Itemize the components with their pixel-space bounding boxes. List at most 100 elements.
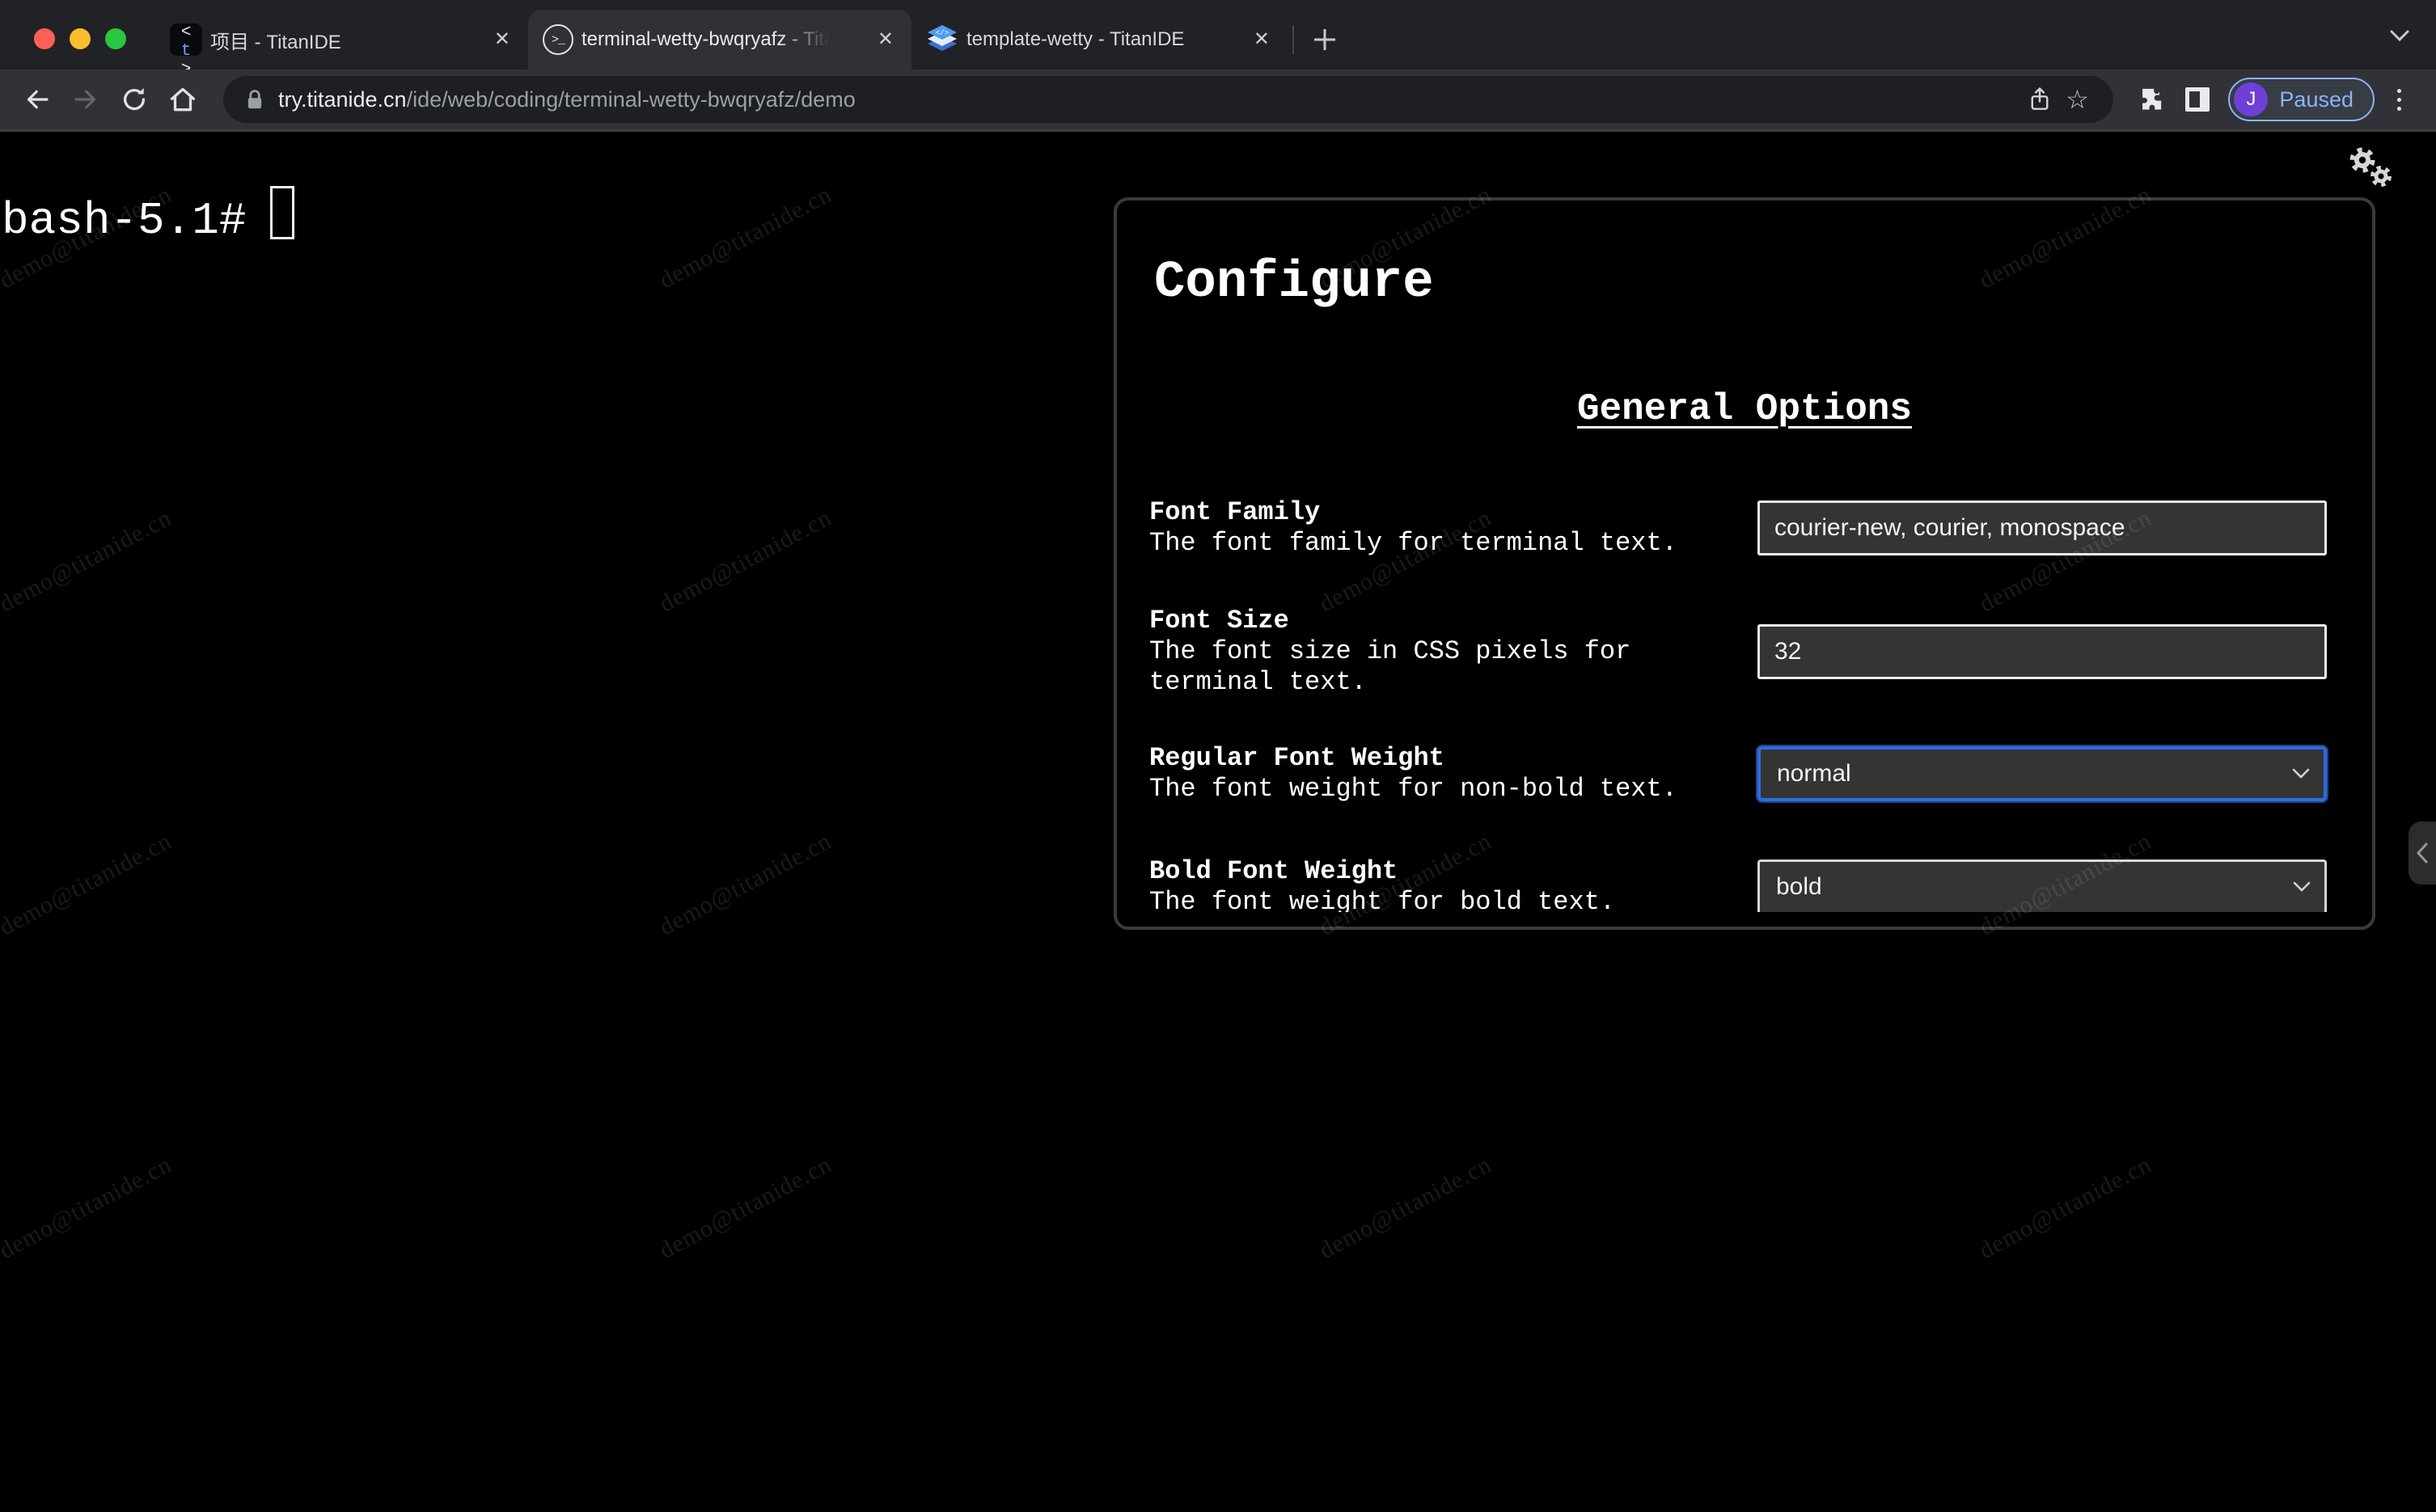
svg-text:</>: </> xyxy=(936,29,949,37)
field-control xyxy=(1757,624,2327,679)
dialog-title: Configure xyxy=(1154,254,1434,312)
watermark-text: demo@titanide.cn xyxy=(0,504,176,618)
panel-collapse-handle[interactable] xyxy=(2409,821,2436,885)
tab-strip: <t> 项目 - TitanIDE ✕ >_ terminal-wetty-bw… xyxy=(0,0,2436,79)
side-panel-button[interactable] xyxy=(2178,80,2217,119)
avatar: J xyxy=(2234,82,2269,116)
tab-template-wetty[interactable]: </> template-wetty - TitanIDE ✕ xyxy=(911,10,1288,70)
arrow-right-icon xyxy=(74,90,96,109)
tab-project-titanide[interactable]: <t> 项目 - TitanIDE ✕ xyxy=(155,10,528,79)
browser-toolbar: try.titanide.cn/ide/web/coding/terminal-… xyxy=(0,70,2436,132)
field-control xyxy=(1757,500,2327,555)
window-controls xyxy=(34,28,126,49)
address-bar[interactable]: try.titanide.cn/ide/web/coding/terminal-… xyxy=(223,76,2114,123)
new-tab-button[interactable] xyxy=(1304,19,1346,61)
terminal-cursor xyxy=(270,186,295,239)
star-icon: ☆ xyxy=(2066,84,2089,115)
close-tab-icon[interactable]: ✕ xyxy=(874,30,897,49)
share-button[interactable] xyxy=(2021,81,2058,118)
arrow-left-icon xyxy=(27,90,49,109)
chevron-down-icon xyxy=(2292,768,2310,779)
kebab-dot xyxy=(2396,97,2401,102)
watermark-text: demo@titanide.cn xyxy=(654,1151,836,1265)
field-label: Regular Font Weight xyxy=(1149,743,1444,773)
dialog-fields: Font Family The font family for terminal … xyxy=(1149,492,2327,912)
tab-title: template-wetty - TitanIDE xyxy=(966,28,1185,50)
field-label-block: Font Family The font family for terminal … xyxy=(1149,497,1732,559)
home-icon xyxy=(170,87,196,112)
field-row-font-size: Font Size The font size in CSS pixels for… xyxy=(1149,606,2327,698)
zoom-window-button[interactable] xyxy=(105,28,126,49)
chevron-down-icon xyxy=(2390,30,2409,42)
terminal-page: bash-5.1# Configure General Options Font… xyxy=(0,134,2436,1512)
back-button[interactable] xyxy=(16,78,58,120)
field-label: Font Family xyxy=(1149,497,1321,527)
kebab-dot xyxy=(2396,88,2401,93)
field-description: The font family for terminal text. xyxy=(1149,528,1677,558)
profile-status-badge: Paused xyxy=(2279,87,2354,112)
terminal-circle-icon: >_ xyxy=(543,24,573,55)
field-input-font-size[interactable] xyxy=(1757,624,2327,679)
url-path: /ide/web/coding/terminal-wetty-bwqryafz/… xyxy=(406,87,856,112)
extensions-button[interactable] xyxy=(2133,80,2172,119)
field-control: bold xyxy=(1757,859,2327,912)
settings-button[interactable] xyxy=(2344,144,2400,194)
titanide-t-icon: <t> xyxy=(170,23,202,79)
terminal-prompt-line: bash-5.1# xyxy=(2,179,295,252)
select-value: bold xyxy=(1776,873,1822,900)
tab-divider xyxy=(1292,25,1294,54)
watermark-text: demo@titanide.cn xyxy=(654,504,836,618)
field-label-block: Bold Font Weight The font weight for bold… xyxy=(1149,856,1732,912)
kebab-dot xyxy=(2396,106,2401,111)
profile-chip[interactable]: J Paused xyxy=(2228,78,2375,121)
home-button[interactable] xyxy=(162,78,204,120)
select-value: normal xyxy=(1777,760,1851,787)
configure-dialog: Configure General Options Font Family The… xyxy=(1114,197,2375,930)
field-label-block: Regular Font Weight The font weight for n… xyxy=(1149,743,1732,805)
reload-icon xyxy=(123,87,146,111)
watermark-text: demo@titanide.cn xyxy=(654,827,836,941)
dialog-content: Configure General Options Font Family The… xyxy=(1117,201,2372,912)
browser-menu-button[interactable] xyxy=(2383,80,2415,119)
tab-search-button[interactable] xyxy=(2386,23,2413,50)
tab-title: 项目 - TitanIDE xyxy=(210,31,341,53)
tab-title: terminal-wetty-bwqryafz - Tita xyxy=(582,28,835,50)
field-select-regular-font-weight[interactable]: normal xyxy=(1757,746,2327,801)
double-gear-icon xyxy=(2349,147,2392,187)
forward-button[interactable] xyxy=(65,78,107,120)
close-tab-icon[interactable]: ✕ xyxy=(491,30,514,49)
share-icon xyxy=(2031,87,2049,110)
field-label: Bold Font Weight xyxy=(1149,856,1398,886)
watermark-text: demo@titanide.cn xyxy=(654,180,836,294)
lock-icon[interactable] xyxy=(244,88,265,111)
close-tab-icon[interactable]: ✕ xyxy=(1250,30,1273,49)
browser-window: <t> 项目 - TitanIDE ✕ >_ terminal-wetty-bw… xyxy=(0,0,2436,1512)
watermark-text: demo@titanide.cn xyxy=(0,1151,176,1265)
field-select-bold-font-weight[interactable]: bold xyxy=(1757,859,2327,912)
puzzle-icon xyxy=(2142,88,2162,110)
field-input-font-family[interactable] xyxy=(1757,500,2327,555)
field-control: normal xyxy=(1757,746,2327,801)
tabs: <t> 项目 - TitanIDE ✕ >_ terminal-wetty-bw… xyxy=(155,10,1346,79)
chevron-down-icon xyxy=(2293,881,2311,892)
field-description: The font weight for non-bold text. xyxy=(1149,774,1677,804)
bookmark-button[interactable]: ☆ xyxy=(2058,81,2096,118)
watermark-text: demo@titanide.cn xyxy=(0,827,176,941)
field-description: The font size in CSS pixels for terminal… xyxy=(1149,636,1631,697)
side-panel-icon xyxy=(2185,87,2210,112)
chevron-left-icon xyxy=(2416,843,2428,864)
dialog-section-title: General Options xyxy=(1576,388,1913,430)
watermark-text: demo@titanide.cn xyxy=(1974,1151,2156,1265)
reload-button[interactable] xyxy=(113,78,155,120)
field-description: The font weight for bold text. xyxy=(1149,887,1616,912)
field-row-font-family: Font Family The font family for terminal … xyxy=(1149,497,2327,559)
field-label: Font Size xyxy=(1149,606,1289,636)
close-window-button[interactable] xyxy=(34,28,55,49)
watermark-text: demo@titanide.cn xyxy=(1314,1151,1496,1265)
field-row-bold-font-weight: Bold Font Weight The font weight for bold… xyxy=(1149,856,2327,912)
plus-icon xyxy=(1314,29,1335,50)
field-row-regular-font-weight: Regular Font Weight The font weight for n… xyxy=(1149,743,2327,805)
tab-terminal-wetty[interactable]: >_ terminal-wetty-bwqryafz - Tita ✕ xyxy=(528,10,911,70)
minimize-window-button[interactable] xyxy=(70,28,91,49)
field-label-block: Font Size The font size in CSS pixels for… xyxy=(1149,606,1732,698)
